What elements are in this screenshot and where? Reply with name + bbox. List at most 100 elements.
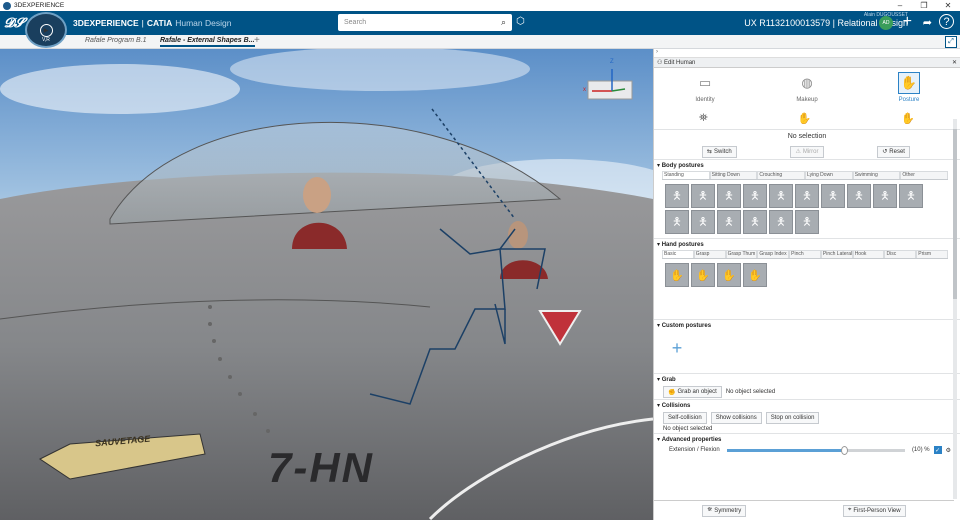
posture-thumbnail[interactable]: 🯅	[717, 184, 741, 208]
tab-pinch-lateral[interactable]: Pinch Lateral	[820, 250, 853, 258]
ds-logo-icon[interactable]: 𝓓𝓢	[0, 15, 28, 31]
tab-sitting-down[interactable]: Sitting Down	[709, 171, 758, 179]
panel-collapse-icon[interactable]: ›	[654, 49, 960, 58]
tab-crouching[interactable]: Crouching	[757, 171, 806, 179]
avatar[interactable]: AD	[879, 16, 893, 30]
posture-thumbnail[interactable]: 🯅	[769, 184, 793, 208]
body-postures-header[interactable]: Body postures	[654, 160, 960, 171]
grab-header[interactable]: Grab	[654, 373, 960, 385]
mirror-button[interactable]: ⚠ Mirror	[790, 145, 824, 158]
posture-thumbnail[interactable]: 🯅	[795, 210, 819, 234]
hand-postures-header[interactable]: Hand postures	[654, 238, 960, 250]
posture-thumbnail[interactable]: 🯅	[899, 184, 923, 208]
first-person-view-button[interactable]: ⌖ First-Person View	[842, 504, 906, 517]
hand-thumbnail[interactable]: ✋	[717, 263, 741, 287]
tab-pinch[interactable]: Pinch	[789, 250, 821, 258]
add-tab-button[interactable]: +	[254, 35, 260, 46]
restore-button[interactable]: ❐	[912, 1, 936, 10]
symmetry-button[interactable]: ⛯ Symmetry	[702, 504, 747, 517]
posture-thumbnail[interactable]: 🯅	[873, 184, 897, 208]
body-posture-tabs: Standing Sitting Down Crouching Lying Do…	[662, 171, 949, 180]
aircraft-code: 7-HN	[268, 444, 375, 491]
tab-swimming[interactable]: Swimming	[852, 171, 901, 179]
posture-thumbnail[interactable]: 🯅	[743, 210, 767, 234]
hand-thumbnail[interactable]: ✋	[743, 263, 767, 287]
posture-thumbnail[interactable]: 🯅	[691, 184, 715, 208]
app-brand: 3DEXPERIENCE | CATIA Human Design	[73, 18, 231, 28]
grab-object-button[interactable]: ✊ Grab an object	[663, 386, 722, 398]
panel-close-icon[interactable]: ✕	[952, 59, 957, 66]
lock-checkbox[interactable]: ✓	[933, 446, 942, 454]
posture-thumbnail[interactable]: 🯅	[743, 184, 767, 208]
posture-actions: ⇆ Switch ⚠ Mirror ↺ Reset	[654, 144, 960, 160]
mode-identity[interactable]: ▭ Identity	[675, 72, 735, 108]
panel-scrollbar[interactable]	[953, 119, 957, 499]
stop-on-collision-button[interactable]: Stop on collision	[765, 412, 820, 424]
switch-button[interactable]: ⇆ Switch	[702, 145, 737, 158]
mode-makeup[interactable]: ◍ Makeup	[777, 72, 837, 108]
reset-label: Reset	[889, 148, 905, 155]
tab-basic[interactable]: Basic	[662, 250, 694, 258]
show-collisions-button[interactable]: Show collisions	[710, 412, 762, 424]
tab-grasp-thumb[interactable]: Grasp Thum	[725, 250, 758, 258]
top-bar: 𝓓𝓢 3DEXPERIENCE | CATIA Human Design Sea…	[0, 11, 960, 35]
play-icon[interactable]: ▶	[39, 23, 53, 37]
reset-button[interactable]: ↺ Reset	[877, 145, 910, 158]
posture-thumbnail[interactable]: 🯅	[665, 184, 689, 208]
tab-disc[interactable]: Disc	[884, 250, 917, 258]
extension-flexion-slider[interactable]	[726, 445, 905, 455]
tab-prism[interactable]: Prism	[916, 250, 949, 258]
posture-thumbnail[interactable]: 🯅	[717, 210, 741, 234]
hand-right-icon[interactable]: ✋	[901, 112, 915, 125]
posture-thumbnail[interactable]: 🯅	[691, 210, 715, 234]
posture-thumbnail[interactable]: 🯅	[821, 184, 845, 208]
self-collision-button[interactable]: Self-collision	[663, 412, 707, 424]
reset-icon: ↺	[882, 149, 888, 155]
help-icon[interactable]: ?	[939, 14, 954, 29]
hand-thumbnail[interactable]: ✋	[665, 263, 689, 287]
tab-hook[interactable]: Hook	[852, 250, 885, 258]
first-person-icon: ⌖	[847, 507, 852, 513]
mode-selector: ▭ Identity ◍ Makeup ✋ Posture	[654, 68, 960, 108]
close-button[interactable]: ✕	[936, 1, 960, 10]
tab-rafale-external-shapes[interactable]: Rafale - External Shapes B...	[160, 37, 255, 47]
tab-grasp-index[interactable]: Grasp Index	[757, 250, 790, 258]
advanced-properties-header[interactable]: Advanced properties	[654, 433, 960, 445]
brand-subtitle: Human Design	[175, 18, 232, 28]
hand-thumbnail[interactable]: ✋	[691, 263, 715, 287]
mode-posture[interactable]: ✋ Posture	[879, 72, 939, 108]
slider-handle[interactable]	[841, 445, 849, 455]
mode-identity-label: Identity	[695, 97, 715, 103]
tag-icon[interactable]: ⬡	[516, 16, 525, 27]
add-icon[interactable]: +	[903, 13, 912, 31]
posture-thumbnail[interactable]: 🯅	[665, 210, 689, 234]
tab-lying-down[interactable]: Lying Down	[805, 171, 853, 179]
body-segment-icon[interactable]: ⛯	[699, 112, 708, 125]
fit-all-icon[interactable]: ⤢	[945, 36, 957, 48]
posture-thumbnail[interactable]: 🯅	[847, 184, 871, 208]
posture-thumbnail[interactable]: 🯅	[769, 210, 793, 234]
add-custom-posture-icon[interactable]: +	[666, 337, 688, 359]
hand-posture-tabs: Basic Grasp Grasp Thum Grasp Index Pinch…	[662, 250, 949, 259]
compass-widget[interactable]: ▶ V,R	[25, 12, 67, 48]
scrollbar-thumb[interactable]	[953, 129, 957, 299]
settings-icon[interactable]: ⚙	[946, 447, 951, 454]
share-icon[interactable]: ➦	[923, 16, 932, 29]
search-input[interactable]: Search ⌕	[338, 14, 512, 31]
posture-thumbnail[interactable]: 🯅	[795, 184, 819, 208]
search-icon[interactable]: ⌕	[501, 17, 506, 28]
minimize-button[interactable]: –	[888, 1, 912, 10]
tab-rafale-program[interactable]: Rafale Program B.1	[85, 37, 146, 44]
custom-postures-header[interactable]: Custom postures	[654, 319, 960, 331]
3d-viewport[interactable]: 7-HN SAUVETAGE Z x	[0, 49, 653, 520]
tab-grasp[interactable]: Grasp	[693, 250, 726, 258]
tab-standing[interactable]: Standing	[662, 171, 710, 179]
collisions-header[interactable]: Collisions	[654, 399, 960, 411]
grab-row: ✊ Grab an object No object selected	[654, 385, 960, 399]
tab-other[interactable]: Other	[900, 171, 949, 179]
slider-fill	[726, 448, 845, 452]
hand-left-icon[interactable]: ✋	[798, 112, 812, 125]
extension-flexion-row: Extension / Flexion (10) % ✓ ⚙	[654, 445, 960, 455]
brand-separator: |	[141, 18, 144, 28]
makeup-icon: ◍	[801, 75, 813, 90]
